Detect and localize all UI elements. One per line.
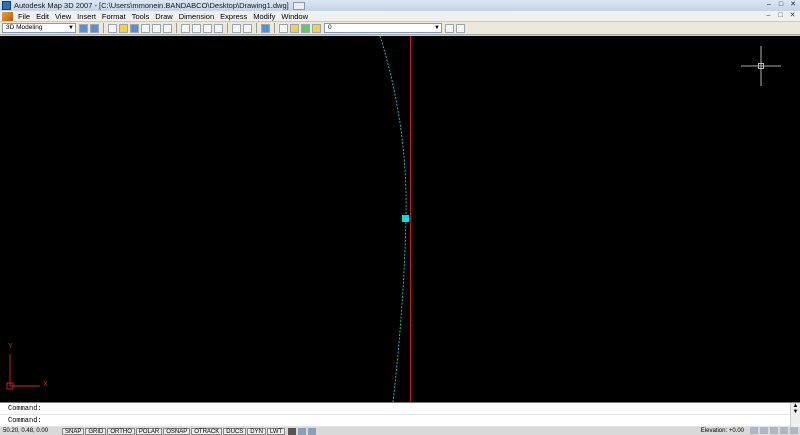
toolbar-separator — [176, 23, 177, 33]
print-icon[interactable] — [141, 23, 150, 33]
grip-point — [402, 215, 409, 222]
maximize-button[interactable]: □ — [776, 1, 786, 9]
ducs-toggle[interactable]: DUCS — [223, 427, 247, 435]
layer-previous-icon[interactable] — [456, 23, 465, 33]
command-window: Command: Command: ▲ ▼ — [0, 402, 800, 428]
copy-icon[interactable] — [192, 23, 201, 33]
menu-insert[interactable]: Insert — [74, 12, 99, 21]
workspace-settings-icon[interactable] — [79, 23, 88, 33]
save-icon[interactable] — [130, 23, 139, 33]
menu-window[interactable]: Window — [278, 12, 311, 21]
menu-view[interactable]: View — [52, 12, 74, 21]
toolbar-separator — [274, 23, 275, 33]
command-input[interactable]: Command: — [0, 415, 800, 427]
layer-on-icon[interactable] — [290, 23, 299, 33]
help-icon[interactable] — [261, 23, 270, 33]
menu-modify[interactable]: Modify — [250, 12, 278, 21]
command-history-line: Command: — [0, 403, 800, 415]
clean-screen-icon[interactable] — [790, 427, 798, 434]
make-object-layer-current-icon[interactable] — [445, 23, 454, 33]
ucs-icon — [6, 354, 40, 390]
redo-icon[interactable] — [243, 23, 252, 33]
layer-lock-icon[interactable] — [312, 23, 321, 33]
chevron-down-icon: ▼ — [434, 25, 440, 31]
menu-bar: File Edit View Insert Format Tools Draw … — [0, 11, 800, 22]
command-scrollbar[interactable]: ▲ ▼ — [790, 403, 800, 428]
open-file-icon[interactable] — [119, 23, 128, 33]
menu-dimension[interactable]: Dimension — [176, 12, 217, 21]
toolbar: 3D Modeling ▼ 0 ▼ — [0, 22, 800, 35]
menu-format[interactable]: Format — [99, 12, 129, 21]
paste-icon[interactable] — [203, 23, 212, 33]
model-space[interactable] — [0, 36, 800, 402]
lock-icon[interactable] — [770, 427, 778, 434]
scale-icon[interactable] — [750, 427, 758, 434]
layout-icon[interactable] — [298, 427, 307, 435]
toolbar-separator — [103, 23, 104, 33]
layer-select[interactable]: 0 ▼ — [324, 23, 442, 33]
menu-tools[interactable]: Tools — [129, 12, 153, 21]
ucs-x-label: X — [43, 381, 48, 388]
workspace-select[interactable]: 3D Modeling ▼ — [2, 23, 76, 33]
doc-restore-button[interactable]: □ — [776, 12, 785, 20]
minimize-button[interactable]: – — [764, 1, 774, 9]
grid-toggle[interactable]: GRID — [85, 427, 107, 435]
toolbar-separator — [227, 23, 228, 33]
cut-icon[interactable] — [181, 23, 190, 33]
app-icon[interactable] — [2, 1, 11, 10]
menu-file[interactable]: File — [15, 12, 33, 21]
cursor-coordinates[interactable]: 50.20, 0.48, 0.00 — [0, 428, 62, 434]
communication-center-icon[interactable] — [780, 427, 788, 434]
annotation-icon[interactable] — [760, 427, 768, 434]
document-controls: – □ ✕ — [764, 12, 797, 20]
polar-toggle[interactable]: POLAR — [135, 427, 163, 435]
workspace-value: 3D Modeling — [6, 24, 43, 31]
osnap-toggle[interactable]: OSNAP — [163, 427, 191, 435]
crosshair-cursor — [741, 46, 781, 86]
dyn-toggle[interactable]: DYN — [247, 427, 266, 435]
otrack-toggle[interactable]: OTRACK — [191, 427, 223, 435]
model-icon[interactable] — [288, 427, 297, 435]
title-tab — [292, 1, 305, 10]
close-button[interactable]: ✕ — [788, 1, 798, 9]
status-tray — [750, 427, 798, 434]
new-file-icon[interactable] — [108, 23, 117, 33]
elevation-readout[interactable]: Elevation: +0.00 — [701, 427, 744, 435]
snap-toggle[interactable]: SNAP — [62, 427, 85, 435]
menu-edit[interactable]: Edit — [33, 12, 52, 21]
title-bar: Autodesk Map 3D 2007 - [C:\Users\mmonein… — [0, 0, 800, 11]
undo-icon[interactable] — [232, 23, 241, 33]
ucs-y-label: Y — [8, 343, 13, 350]
menu-express[interactable]: Express — [217, 12, 250, 21]
document-icon[interactable] — [2, 11, 13, 21]
plot-preview-icon[interactable] — [152, 23, 161, 33]
doc-minimize-button[interactable]: – — [764, 12, 773, 20]
lwt-toggle[interactable]: LWT — [266, 427, 286, 435]
workspace-save-icon[interactable] — [90, 23, 99, 33]
drawing-canvas[interactable]: X Y — [0, 36, 800, 402]
plot-icon[interactable] — [308, 427, 317, 435]
menu-draw[interactable]: Draw — [152, 12, 176, 21]
layer-value: 0 — [328, 24, 332, 31]
ortho-toggle[interactable]: ORTHO — [107, 427, 135, 435]
chevron-down-icon: ▼ — [68, 25, 74, 31]
layer-freeze-icon[interactable] — [301, 23, 310, 33]
layer-manager-icon[interactable] — [279, 23, 288, 33]
toolbar-separator — [256, 23, 257, 33]
status-bar: 50.20, 0.48, 0.00 SNAP GRID ORTHO POLAR … — [0, 427, 800, 435]
match-properties-icon[interactable] — [214, 23, 223, 33]
publish-icon[interactable] — [163, 23, 172, 33]
window-controls: – □ ✕ — [764, 1, 798, 9]
window-title: Autodesk Map 3D 2007 - [C:\Users\mmonein… — [14, 1, 289, 10]
doc-close-button[interactable]: ✕ — [788, 12, 797, 20]
